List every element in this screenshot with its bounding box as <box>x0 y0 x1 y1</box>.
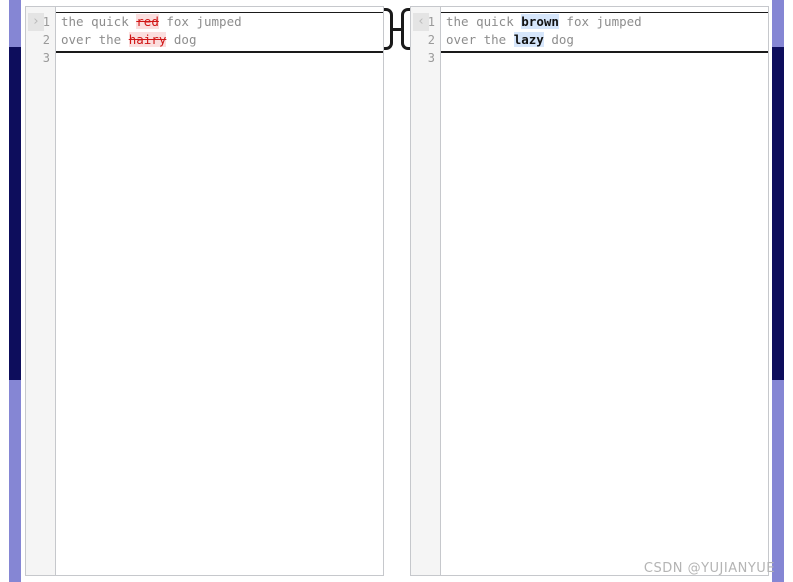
inserted-token: brown <box>521 14 559 29</box>
line-number: 3 <box>42 51 50 65</box>
code-line[interactable] <box>56 49 383 67</box>
left-vertical-scrollbar[interactable] <box>9 0 21 582</box>
line-number: 2 <box>42 33 50 47</box>
code-line[interactable]: the quick red fox jumped <box>56 13 383 31</box>
code-line[interactable]: over the hairy dog <box>56 31 383 49</box>
modified-text-pane[interactable]: ‹ 1 2 3 the quick brown fox jumped over … <box>410 6 769 576</box>
right-gutter: ‹ 1 2 3 <box>411 7 441 575</box>
code-token: over the <box>61 32 129 47</box>
right-scrollbar-thumb[interactable] <box>772 47 784 380</box>
left-scrollbar-thumb[interactable] <box>9 47 21 380</box>
chevron-right-icon[interactable]: › <box>28 13 44 31</box>
code-line[interactable]: the quick brown fox jumped <box>441 13 768 31</box>
right-code-area[interactable]: the quick brown fox jumped over the lazy… <box>441 7 768 575</box>
code-token: over the <box>446 32 514 47</box>
line-number: 2 <box>427 33 435 47</box>
chevron-left-icon[interactable]: ‹ <box>413 13 429 31</box>
code-line[interactable]: over the lazy dog <box>441 31 768 49</box>
watermark-text: CSDN @YUJIANYUE <box>643 561 775 576</box>
deleted-token: hairy <box>128 32 167 47</box>
inserted-token: lazy <box>513 32 544 47</box>
code-line[interactable] <box>441 49 768 67</box>
left-code-area[interactable]: the quick red fox jumped over the hairy … <box>56 7 383 575</box>
line-number: 3 <box>427 51 435 65</box>
connector-right-bracket <box>401 8 410 50</box>
deleted-token: red <box>136 14 159 29</box>
code-token: dog <box>543 32 574 47</box>
code-token: fox jumped <box>558 14 642 29</box>
original-text-pane[interactable]: › 1 2 3 the quick red fox jumped over th… <box>25 6 384 576</box>
left-gutter: › 1 2 3 <box>26 7 56 575</box>
code-token: the quick <box>446 14 522 29</box>
right-vertical-scrollbar[interactable] <box>772 0 784 582</box>
code-token: dog <box>166 32 197 47</box>
code-token: fox jumped <box>158 14 242 29</box>
diff-link-connector <box>384 8 410 50</box>
code-token: the quick <box>61 14 137 29</box>
